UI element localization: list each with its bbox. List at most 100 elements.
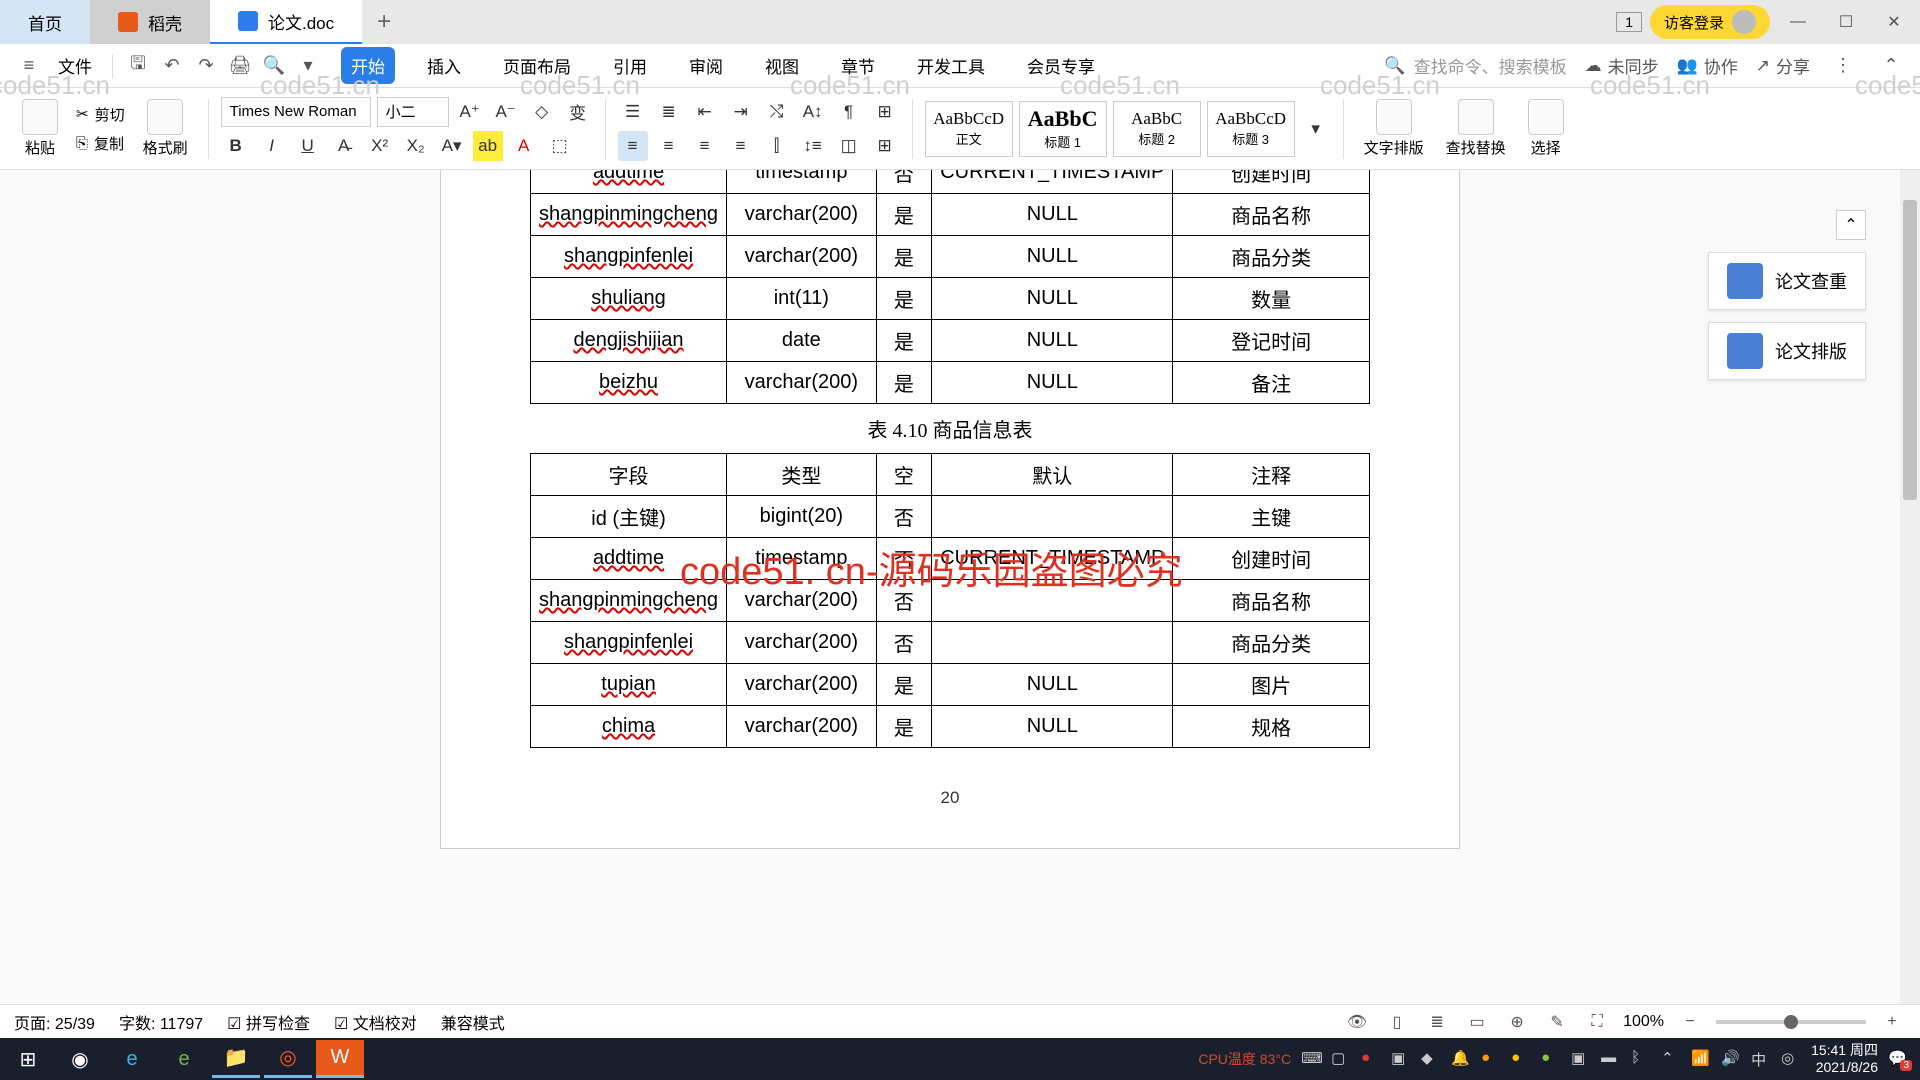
file-menu[interactable]: 文件: [48, 53, 102, 78]
borders-button[interactable]: ⊞: [870, 131, 900, 161]
char-border-button[interactable]: ⬚: [545, 131, 575, 161]
tray-green-icon[interactable]: ●: [1541, 1049, 1561, 1069]
notification-icon[interactable]: 💬3: [1888, 1049, 1908, 1069]
align-justify-button[interactable]: ≡: [726, 131, 756, 161]
word-count[interactable]: 字数: 11797: [119, 1010, 203, 1034]
style-h3[interactable]: AaBbCcD标题 3: [1207, 101, 1295, 157]
font-name-select[interactable]: Times New Roman: [221, 97, 371, 127]
tray-usb-icon[interactable]: ▬: [1601, 1049, 1621, 1069]
paragraph-mark-button[interactable]: ¶: [834, 97, 864, 127]
new-tab-button[interactable]: +: [362, 0, 406, 44]
fit-icon[interactable]: ⛶: [1583, 1008, 1611, 1036]
redo-icon[interactable]: ↷: [191, 51, 221, 81]
shading-button[interactable]: ◫: [834, 131, 864, 161]
increase-indent-button[interactable]: ⇥: [726, 97, 756, 127]
chevron-down-icon[interactable]: ▾: [293, 51, 323, 81]
phonetic-button[interactable]: 变: [563, 97, 593, 127]
bullet-list-button[interactable]: ☰: [618, 97, 648, 127]
keyboard-icon[interactable]: ⌨: [1301, 1049, 1321, 1069]
tab-document[interactable]: 论文.doc: [210, 0, 362, 44]
font-size-select[interactable]: 小二: [377, 97, 449, 127]
table-2[interactable]: 字段类型空默认注释 id (主键)bigint(20)否主键 addtimeti…: [530, 453, 1370, 748]
web-view-icon[interactable]: ⊕: [1503, 1008, 1531, 1036]
collapse-ribbon-icon[interactable]: ⌃: [1876, 51, 1906, 81]
login-button[interactable]: 访客登录: [1650, 5, 1770, 39]
superscript-button[interactable]: X²: [365, 131, 395, 161]
reading-view-icon[interactable]: ▭: [1463, 1008, 1491, 1036]
tab-start[interactable]: 开始: [341, 47, 395, 84]
more-icon[interactable]: ⋮: [1828, 51, 1858, 81]
hamburger-icon[interactable]: ≡: [14, 51, 44, 81]
clear-format-button[interactable]: ◇: [527, 97, 557, 127]
cortana-icon[interactable]: ◉: [56, 1040, 104, 1078]
save-icon[interactable]: 🖫: [123, 51, 153, 81]
tab-devtools[interactable]: 开发工具: [907, 47, 995, 84]
command-search[interactable]: 🔍查找命令、搜索模板: [1384, 53, 1566, 78]
page-count[interactable]: 页面: 25/39: [14, 1010, 95, 1034]
tab-view[interactable]: 视图: [755, 47, 809, 84]
text-direction-button[interactable]: A↕: [798, 97, 828, 127]
italic-button[interactable]: I: [257, 131, 287, 161]
minimize-button[interactable]: —: [1778, 7, 1818, 37]
align-right-button[interactable]: ≡: [690, 131, 720, 161]
formatbrush-button[interactable]: 格式刷: [135, 99, 196, 158]
paste-button[interactable]: 粘贴: [14, 99, 66, 158]
number-list-button[interactable]: ≣: [654, 97, 684, 127]
collab-button[interactable]: 👥协作: [1677, 53, 1738, 78]
align-center-button[interactable]: ≡: [654, 131, 684, 161]
app-icon[interactable]: ◎: [264, 1040, 312, 1078]
tab-pagelayout[interactable]: 页面布局: [493, 47, 581, 84]
scrollbar-thumb[interactable]: [1903, 200, 1917, 500]
tray-yellow-icon[interactable]: ●: [1511, 1049, 1531, 1069]
zoom-in-button[interactable]: +: [1878, 1008, 1906, 1036]
grow-font-button[interactable]: A⁺: [455, 97, 485, 127]
tab-member[interactable]: 会员专享: [1017, 47, 1105, 84]
print-preview-icon[interactable]: 🔍: [259, 51, 289, 81]
tab-chapter[interactable]: 章节: [831, 47, 885, 84]
tray-blue-icon[interactable]: ▢: [1331, 1049, 1351, 1069]
sort-button[interactable]: ⤭: [762, 97, 792, 127]
zoom-out-button[interactable]: −: [1676, 1008, 1704, 1036]
tray-bell-icon[interactable]: 🔔: [1451, 1049, 1471, 1069]
style-h2[interactable]: AaBbC标题 2: [1113, 101, 1201, 157]
proofread-status[interactable]: ☑ 文档校对: [334, 1010, 417, 1034]
eye-icon[interactable]: 👁: [1343, 1008, 1371, 1036]
styles-more-button[interactable]: ▾: [1301, 114, 1331, 144]
page-view-icon[interactable]: ▯: [1383, 1008, 1411, 1036]
maximize-button[interactable]: ☐: [1826, 7, 1866, 37]
bluetooth-icon[interactable]: ᛒ: [1631, 1049, 1651, 1069]
style-h1[interactable]: AaBbC标题 1: [1019, 101, 1107, 157]
ie-icon[interactable]: e: [108, 1040, 156, 1078]
decrease-indent-button[interactable]: ⇤: [690, 97, 720, 127]
tray-red-icon[interactable]: ●: [1361, 1049, 1381, 1069]
tab-home[interactable]: 首页: [0, 0, 90, 44]
tray-shield-icon[interactable]: ◆: [1421, 1049, 1441, 1069]
style-body[interactable]: AaBbCcD正文: [925, 101, 1013, 157]
window-badge[interactable]: 1: [1616, 12, 1642, 32]
zoom-slider[interactable]: [1716, 1020, 1866, 1024]
edge-icon[interactable]: e: [160, 1040, 208, 1078]
volume-icon[interactable]: 🔊: [1721, 1049, 1741, 1069]
align-left-button[interactable]: ≡: [618, 131, 648, 161]
tab-docer[interactable]: 稻壳: [90, 0, 210, 44]
text-effect-button[interactable]: A▾: [437, 131, 467, 161]
show-marks-button[interactable]: ⊞: [870, 97, 900, 127]
tray-up-icon[interactable]: ⌃: [1661, 1049, 1681, 1069]
font-color-button[interactable]: A: [509, 131, 539, 161]
highlight-button[interactable]: ab: [473, 131, 503, 161]
distribute-button[interactable]: ⫿: [762, 131, 792, 161]
line-spacing-button[interactable]: ↕≡: [798, 131, 828, 161]
underline-button[interactable]: U: [293, 131, 323, 161]
document-area[interactable]: addtimetimestamp否CURRENT_TIMESTAMP创建时间 s…: [0, 170, 1900, 1038]
tray-search-icon[interactable]: ◎: [1781, 1049, 1801, 1069]
wifi-icon[interactable]: 📶: [1691, 1049, 1711, 1069]
cut-button[interactable]: ✂剪切: [72, 102, 129, 127]
share-button[interactable]: ↗分享: [1756, 53, 1810, 78]
tab-insert[interactable]: 插入: [417, 47, 471, 84]
close-button[interactable]: ✕: [1874, 7, 1914, 37]
text-layout-button[interactable]: 文字排版: [1356, 99, 1432, 158]
subscript-button[interactable]: X₂: [401, 131, 431, 161]
vertical-scrollbar[interactable]: [1900, 170, 1920, 1038]
clock[interactable]: 15:41 周四2021/8/26: [1811, 1042, 1878, 1076]
zoom-level[interactable]: 100%: [1623, 1013, 1664, 1031]
